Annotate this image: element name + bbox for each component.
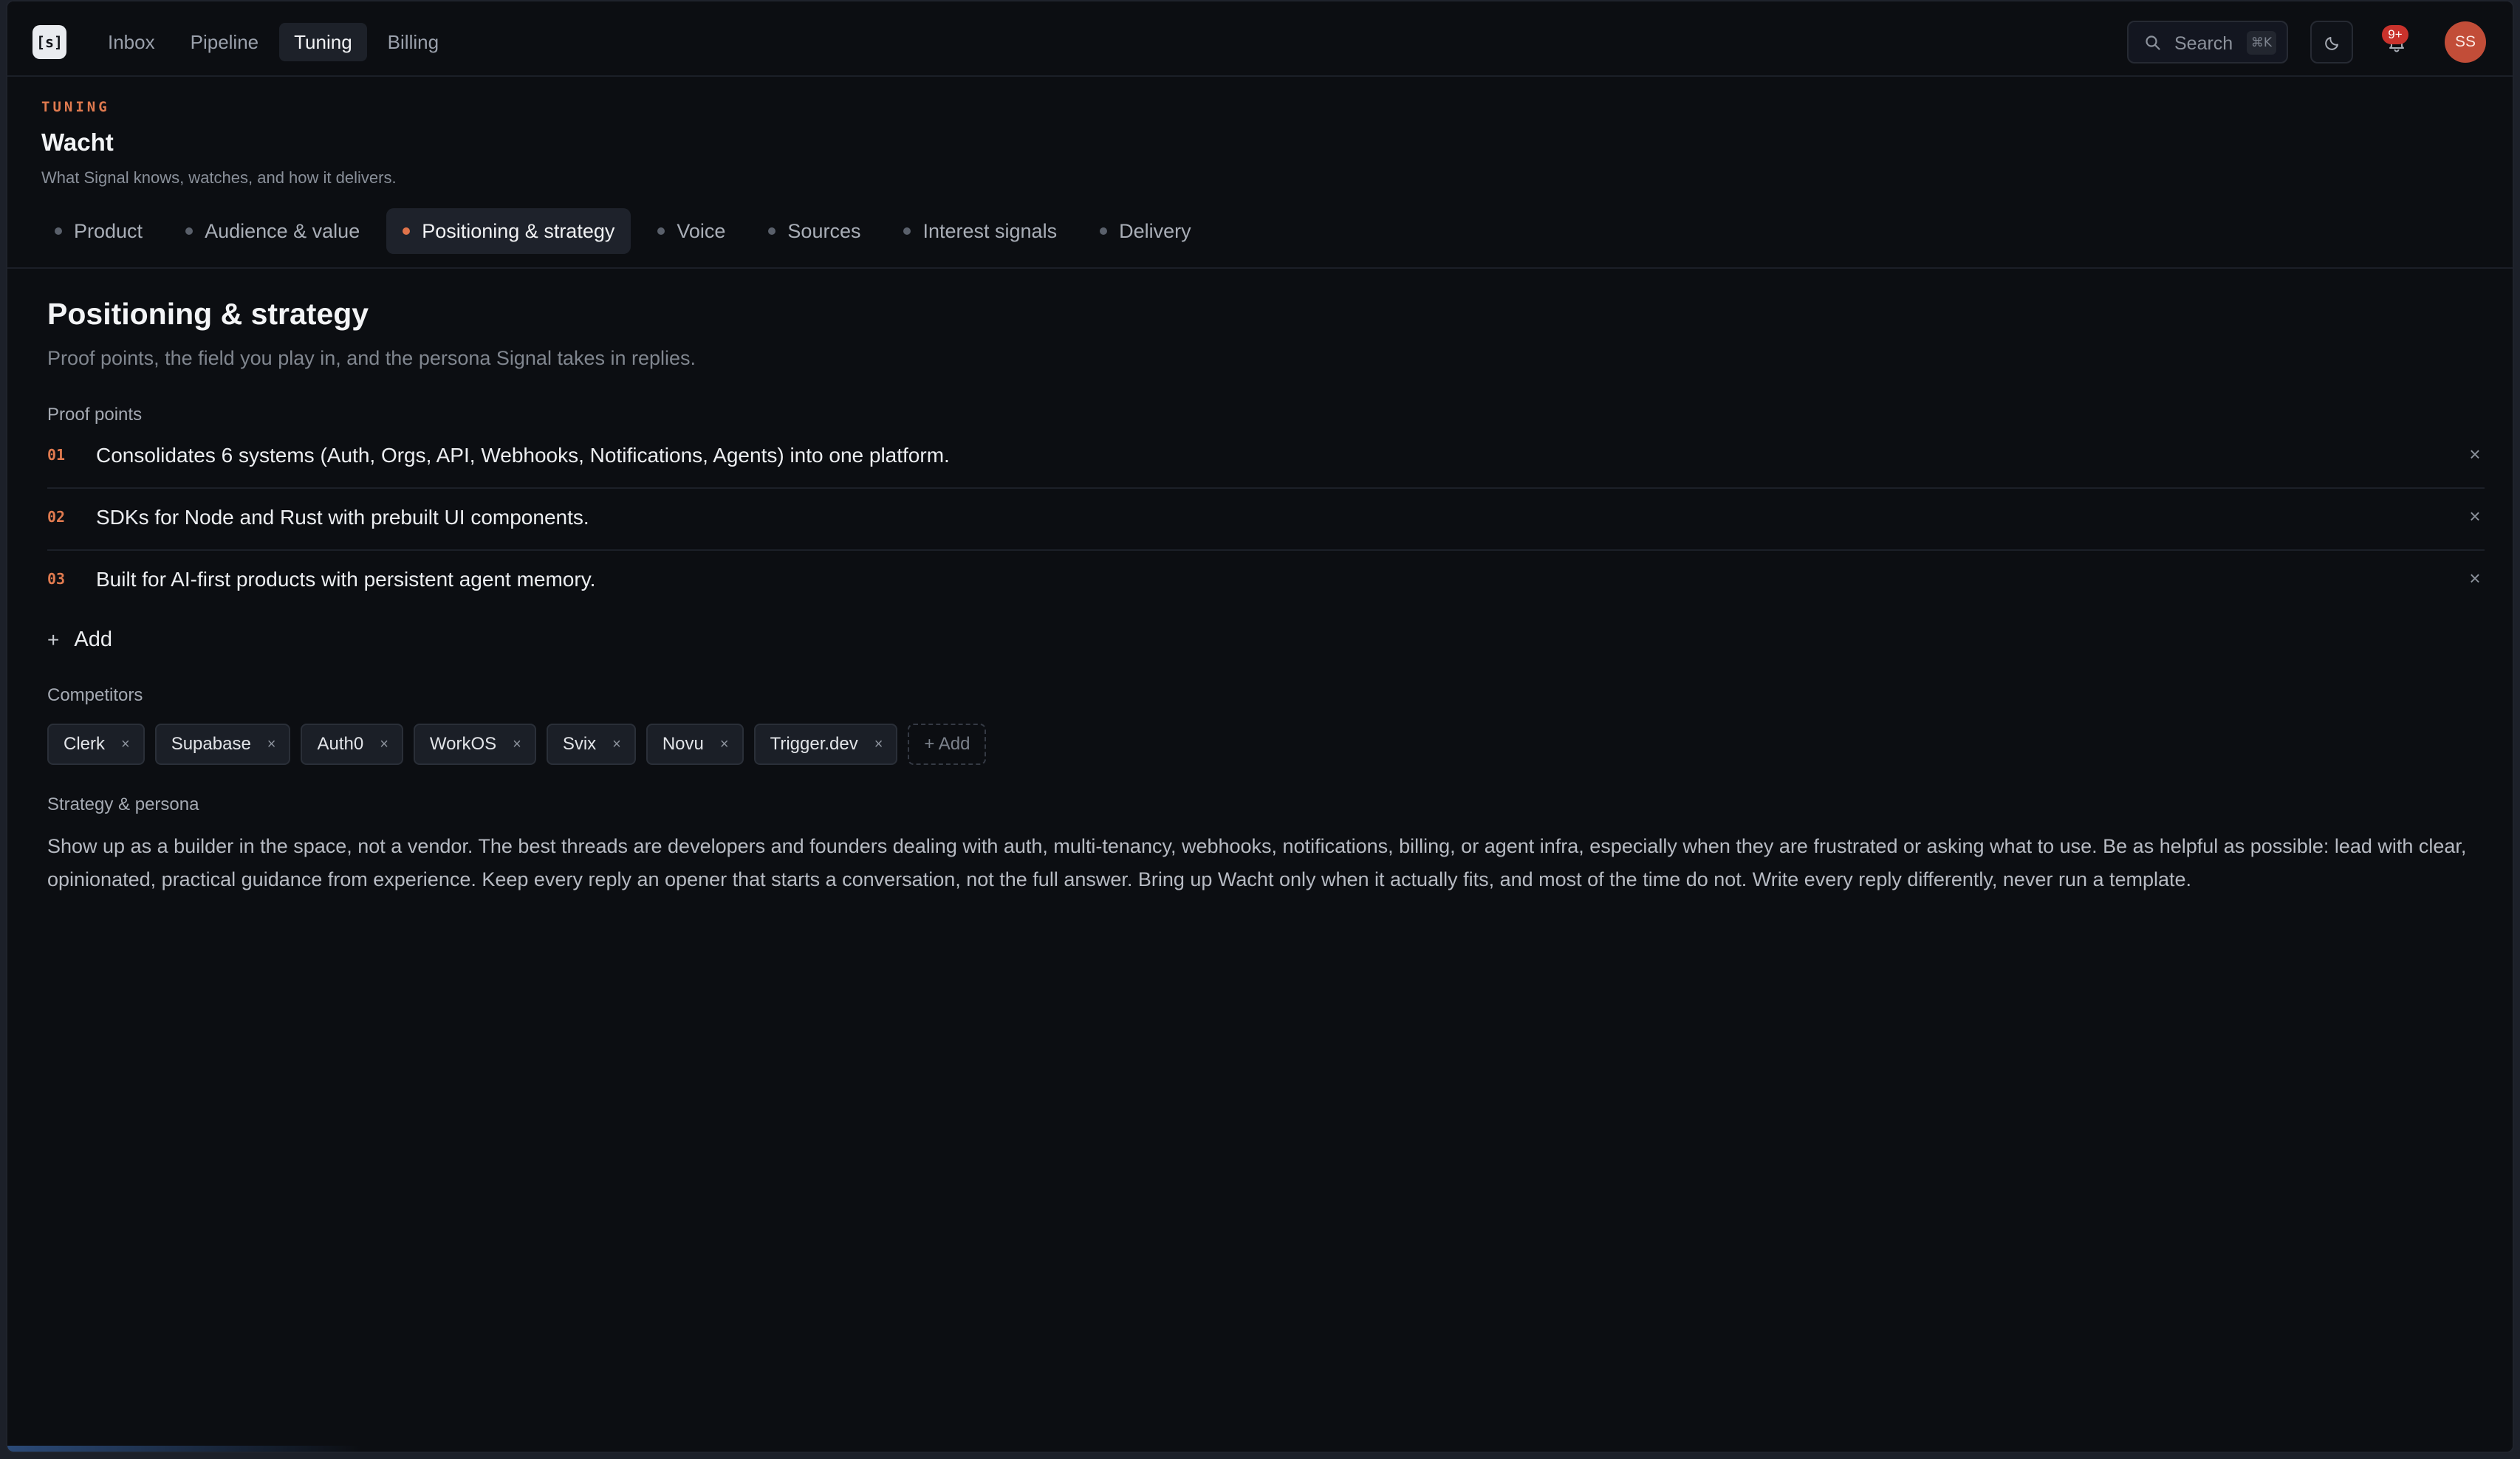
competitor-chip: Auth0 × bbox=[301, 724, 403, 765]
tab-dot bbox=[403, 227, 411, 235]
proof-point-row: 01 Consolidates 6 systems (Auth, Orgs, A… bbox=[47, 427, 2485, 489]
proof-points-list: 01 Consolidates 6 systems (Auth, Orgs, A… bbox=[47, 427, 2485, 613]
tab-positioning-strategy[interactable]: Positioning & strategy bbox=[386, 208, 631, 254]
add-competitor-button[interactable]: + Add bbox=[908, 724, 987, 765]
nav-item-tuning[interactable]: Tuning bbox=[279, 23, 367, 61]
competitor-chip: Svix × bbox=[546, 724, 636, 765]
competitor-chip: Novu × bbox=[646, 724, 744, 765]
tab-label: Positioning & strategy bbox=[422, 220, 615, 242]
proof-point-number: 01 bbox=[47, 446, 66, 464]
tab-voice[interactable]: Voice bbox=[641, 208, 742, 254]
tabs-divider bbox=[7, 267, 2513, 269]
main-nav: Inbox Pipeline Tuning Billing bbox=[93, 23, 453, 61]
section-subtitle: Proof points, the field you play in, and… bbox=[47, 347, 696, 369]
tab-label: Voice bbox=[677, 220, 726, 242]
theme-toggle-button[interactable] bbox=[2310, 21, 2353, 63]
competitor-name: Auth0 bbox=[317, 734, 364, 754]
nav-item-pipeline[interactable]: Pipeline bbox=[176, 23, 274, 61]
tab-dot bbox=[1100, 227, 1108, 235]
tab-label: Product bbox=[74, 220, 143, 242]
bottom-glow bbox=[7, 1446, 362, 1452]
plus-icon: + bbox=[47, 628, 60, 651]
competitor-name: WorkOS bbox=[429, 734, 497, 754]
proof-point-text[interactable]: Consolidates 6 systems (Auth, Orgs, API,… bbox=[96, 444, 950, 467]
app-logo[interactable]: [s] bbox=[32, 25, 66, 59]
remove-proof-point-icon[interactable]: × bbox=[2465, 567, 2485, 590]
remove-competitor-icon[interactable]: × bbox=[380, 736, 388, 753]
remove-competitor-icon[interactable]: × bbox=[121, 736, 130, 753]
competitor-chip: Supabase × bbox=[154, 724, 291, 765]
competitor-name: Svix bbox=[562, 734, 597, 754]
page-eyebrow: TUNING bbox=[41, 99, 110, 115]
add-proof-point-label: Add bbox=[74, 628, 112, 651]
proof-points-label: Proof points bbox=[47, 405, 143, 425]
proof-point-number: 03 bbox=[47, 570, 66, 588]
search-button[interactable]: Search ⌘K bbox=[2127, 21, 2288, 63]
proof-point-text[interactable]: Built for AI-first products with persist… bbox=[96, 568, 595, 591]
app-window: [s] Inbox Pipeline Tuning Billing Search… bbox=[6, 0, 2514, 1453]
page-subtitle: What Signal knows, watches, and how it d… bbox=[41, 168, 397, 187]
competitor-chip: WorkOS × bbox=[413, 724, 536, 765]
competitors-label: Competitors bbox=[47, 685, 143, 705]
strategy-persona-label: Strategy & persona bbox=[47, 794, 199, 814]
tab-label: Audience & value bbox=[205, 220, 360, 242]
tuning-tabs: Product Audience & value Positioning & s… bbox=[38, 208, 1208, 254]
remove-competitor-icon[interactable]: × bbox=[513, 736, 521, 753]
tab-label: Interest signals bbox=[922, 220, 1058, 242]
nav-item-inbox[interactable]: Inbox bbox=[93, 23, 170, 61]
remove-competitor-icon[interactable]: × bbox=[874, 736, 883, 753]
tab-dot bbox=[657, 227, 665, 235]
strategy-persona-text[interactable]: Show up as a builder in the space, not a… bbox=[47, 830, 2485, 896]
proof-point-row: 02 SDKs for Node and Rust with prebuilt … bbox=[47, 489, 2485, 551]
tab-delivery[interactable]: Delivery bbox=[1083, 208, 1208, 254]
section-title: Positioning & strategy bbox=[47, 297, 369, 331]
add-proof-point-button[interactable]: + Add bbox=[47, 628, 112, 652]
competitor-name: Novu bbox=[662, 734, 704, 754]
nav-item-billing[interactable]: Billing bbox=[373, 23, 453, 61]
proof-point-number: 02 bbox=[47, 508, 66, 526]
competitor-chip: Trigger.dev × bbox=[753, 724, 898, 765]
tab-interest-signals[interactable]: Interest signals bbox=[887, 208, 1073, 254]
tab-audience-value[interactable]: Audience & value bbox=[169, 208, 376, 254]
remove-competitor-icon[interactable]: × bbox=[267, 736, 276, 753]
competitors-list: Clerk × Supabase × Auth0 × WorkOS × Svix × No… bbox=[47, 724, 987, 765]
competitor-name: Supabase bbox=[171, 734, 251, 754]
proof-point-text[interactable]: SDKs for Node and Rust with prebuilt UI … bbox=[96, 506, 589, 529]
notifications-badge: 9+ bbox=[2382, 25, 2408, 44]
tab-dot bbox=[768, 227, 776, 235]
search-label: Search bbox=[2174, 33, 2233, 54]
remove-competitor-icon[interactable]: × bbox=[612, 736, 621, 753]
remove-proof-point-icon[interactable]: × bbox=[2465, 505, 2485, 528]
competitor-name: Clerk bbox=[64, 734, 106, 754]
competitor-chip: Clerk × bbox=[47, 724, 145, 765]
remove-competitor-icon[interactable]: × bbox=[720, 736, 729, 753]
search-shortcut: ⌘K bbox=[2247, 31, 2276, 55]
tab-dot bbox=[903, 227, 911, 235]
search-icon bbox=[2145, 35, 2161, 51]
tab-sources[interactable]: Sources bbox=[752, 208, 877, 254]
proof-point-row: 03 Built for AI-first products with pers… bbox=[47, 551, 2485, 613]
top-bar: [s] Inbox Pipeline Tuning Billing Search… bbox=[7, 1, 2513, 77]
tab-product[interactable]: Product bbox=[38, 208, 159, 254]
remove-proof-point-icon[interactable]: × bbox=[2465, 443, 2485, 466]
tab-dot bbox=[55, 227, 62, 235]
page-title: Wacht bbox=[41, 128, 114, 156]
user-avatar[interactable]: SS bbox=[2445, 21, 2486, 63]
competitor-name: Trigger.dev bbox=[770, 734, 858, 754]
tab-label: Delivery bbox=[1119, 220, 1191, 242]
tab-dot bbox=[185, 227, 194, 235]
tab-label: Sources bbox=[787, 220, 861, 242]
